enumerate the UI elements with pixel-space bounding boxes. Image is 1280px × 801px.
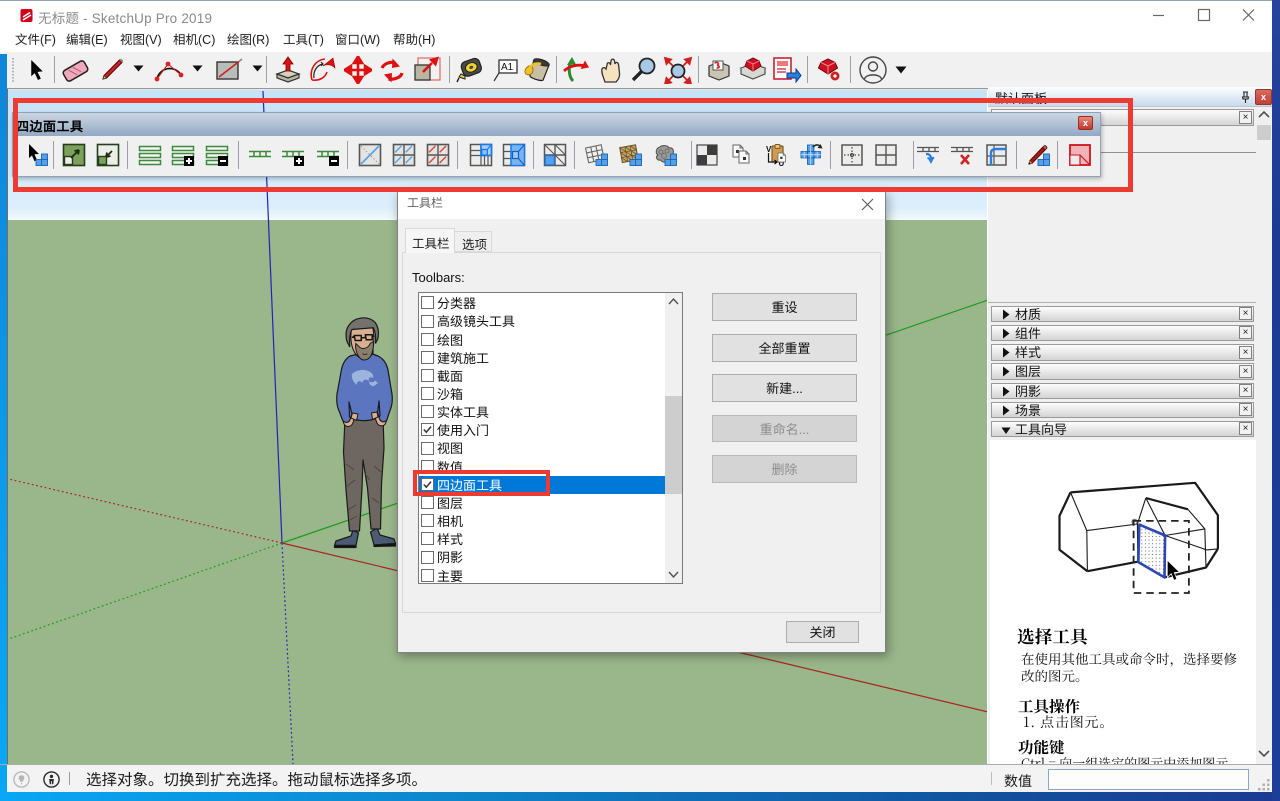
svg-text:A1: A1	[501, 62, 514, 73]
